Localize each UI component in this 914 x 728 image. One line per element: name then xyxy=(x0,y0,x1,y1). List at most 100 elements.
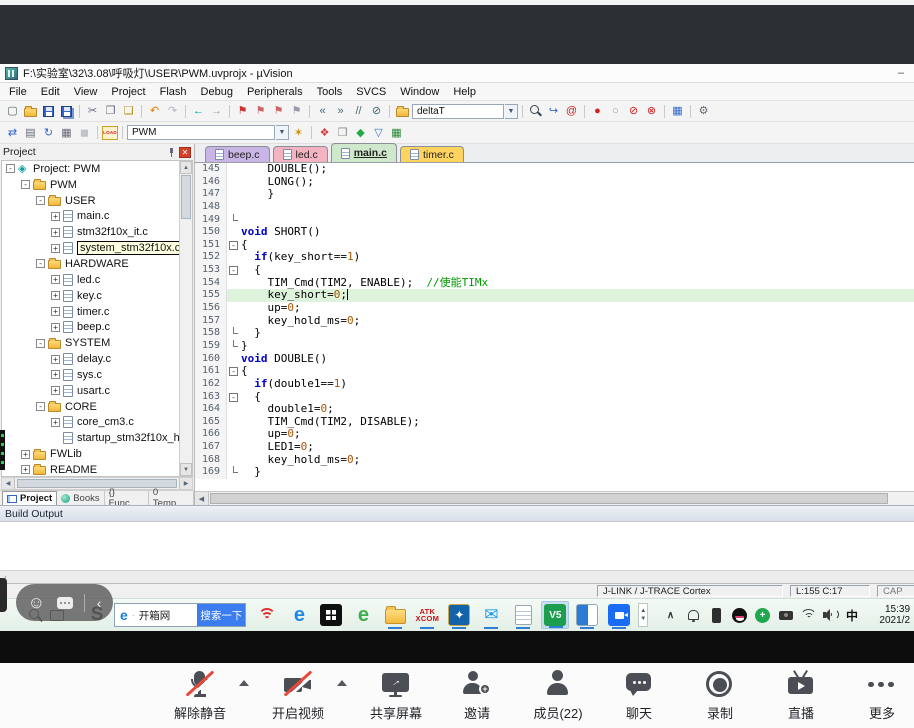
menu-arrow-icon[interactable] xyxy=(337,680,347,686)
mail-taskbar-icon[interactable]: ✉ xyxy=(477,601,505,629)
tree-item[interactable]: +core_cm3.c xyxy=(2,415,192,431)
build-output-scrollbar[interactable] xyxy=(0,570,914,583)
breakpoint-empty-icon[interactable]: ○ xyxy=(607,103,624,119)
tree-item[interactable]: -CORE xyxy=(2,399,192,415)
target-combo-arrow-icon[interactable] xyxy=(276,125,289,140)
fold-margin[interactable]: - xyxy=(227,391,241,404)
tree-item[interactable]: -PWM xyxy=(2,177,192,193)
phone-tray-icon[interactable] xyxy=(708,605,725,625)
tree-vertical-scrollbar[interactable] xyxy=(179,161,192,476)
explorer-taskbar-icon[interactable] xyxy=(381,601,409,629)
editor-tab-timer-c[interactable]: timer.c xyxy=(400,146,464,162)
undo-icon[interactable]: ↶ xyxy=(146,103,163,119)
expand-icon[interactable]: + xyxy=(51,275,60,284)
collapse-icon[interactable]: - xyxy=(36,196,45,205)
build-target-icon[interactable]: ▤ xyxy=(22,125,39,141)
paste-icon[interactable]: ❑ xyxy=(120,103,137,119)
red-app-taskbar-icon[interactable] xyxy=(253,601,281,629)
spinner-up-icon[interactable]: ▲ xyxy=(640,607,646,615)
editor-tab-led-c[interactable]: led.c xyxy=(273,146,328,162)
find-scope-folder-icon[interactable] xyxy=(394,103,411,119)
copy-icon[interactable]: ❐ xyxy=(102,103,119,119)
menu-edit[interactable]: Edit xyxy=(34,85,67,99)
fold-margin[interactable] xyxy=(227,277,241,290)
meeting-button-live[interactable]: 直播 xyxy=(769,670,833,722)
editor-horizontal-scrollbar[interactable] xyxy=(195,491,914,505)
expand-icon[interactable]: + xyxy=(51,386,60,395)
panel-tab-books[interactable]: Books xyxy=(57,491,104,505)
tree-item[interactable]: +sys.c xyxy=(2,367,192,383)
fold-margin[interactable] xyxy=(227,353,241,366)
fold-margin[interactable] xyxy=(227,289,241,302)
menu-view[interactable]: View xyxy=(67,85,105,99)
tree-item[interactable]: +main.c xyxy=(2,209,192,225)
volume-tray-icon[interactable] xyxy=(823,605,840,625)
tree-item[interactable]: -Project: PWM xyxy=(2,161,192,177)
scroll-left-icon[interactable] xyxy=(195,492,209,505)
fold-margin[interactable] xyxy=(227,327,241,340)
stop-build-icon[interactable]: ◼ xyxy=(76,125,93,141)
meeting-button-share-screen[interactable]: 共享屏幕 xyxy=(364,670,428,722)
tree-item[interactable]: +system_stm32f10x.cx.c xyxy=(2,240,192,256)
comment-selection-icon[interactable]: // xyxy=(350,103,367,119)
tree-item[interactable]: +delay.c xyxy=(2,351,192,367)
menu-arrow-icon[interactable] xyxy=(239,680,249,686)
fold-margin[interactable] xyxy=(227,176,241,189)
meeting-button-more[interactable]: 更多 xyxy=(850,670,914,722)
fold-margin[interactable] xyxy=(227,201,241,214)
meeting-button-chat[interactable]: 聊天 xyxy=(607,670,671,722)
load-flash-icon[interactable]: LOAD xyxy=(102,126,118,140)
tree-item[interactable]: -HARDWARE xyxy=(2,256,192,272)
wifi-tray-icon[interactable] xyxy=(800,605,817,625)
expand-icon[interactable]: + xyxy=(21,465,30,474)
fold-margin[interactable]: - xyxy=(227,264,241,277)
notepad-taskbar-icon[interactable] xyxy=(509,601,537,629)
bookmark-toggle-icon[interactable]: ⚑ xyxy=(234,103,251,119)
breakpoint-disable-all-icon[interactable]: ⊘ xyxy=(625,103,642,119)
menu-svcs[interactable]: SVCS xyxy=(349,85,393,99)
collapse-icon[interactable]: - xyxy=(36,402,45,411)
edge-taskbar-icon[interactable]: e xyxy=(285,601,313,629)
menu-debug[interactable]: Debug xyxy=(194,85,240,99)
taskbar-clock[interactable]: 15:392021/2 xyxy=(864,604,910,626)
breakpoint-kill-all-icon[interactable]: ⊗ xyxy=(643,103,660,119)
close-panel-button[interactable] xyxy=(179,147,191,158)
panel-tab-temp[interactable]: 0 Temp... xyxy=(149,491,194,505)
collapse-icon[interactable]: - xyxy=(36,259,45,268)
breakpoint-toggle-icon[interactable]: ● xyxy=(589,103,606,119)
expand-icon[interactable]: + xyxy=(51,228,60,237)
smiley-icon[interactable]: ☺ xyxy=(28,594,45,611)
green-service-tray-icon[interactable]: + xyxy=(754,605,771,625)
pack-installer-icon[interactable]: ▦ xyxy=(388,125,405,141)
rebuild-all-icon[interactable]: ↻ xyxy=(40,125,57,141)
uncomment-selection-icon[interactable]: ⊘ xyxy=(368,103,385,119)
search-combo[interactable]: deltaT xyxy=(412,104,504,119)
expand-icon[interactable]: + xyxy=(51,355,60,364)
editor-tab-beep-c[interactable]: beep.c xyxy=(205,146,270,162)
open-file-icon[interactable] xyxy=(22,103,39,119)
translate-file-icon[interactable]: ⇄ xyxy=(4,125,21,141)
meeting-floating-bar[interactable]: ☺‹ xyxy=(16,584,113,621)
tree-item[interactable]: +led.c xyxy=(2,272,192,288)
qq-tray-icon[interactable] xyxy=(731,605,748,625)
atk-xcom-taskbar-icon[interactable]: ATKXCOM xyxy=(413,601,441,629)
fold-collapse-icon[interactable]: - xyxy=(229,393,238,402)
window-app-taskbar-icon[interactable] xyxy=(573,601,601,629)
meeting-button-invite[interactable]: +邀请 xyxy=(445,670,509,722)
meeting-app-taskbar-icon[interactable] xyxy=(605,601,633,629)
tree-item[interactable]: +stm32f10x_it.c xyxy=(2,224,192,240)
fold-margin[interactable] xyxy=(227,454,241,467)
ie-green-taskbar-icon[interactable]: e xyxy=(349,601,377,629)
tree-item[interactable]: -SYSTEM xyxy=(2,335,192,351)
fold-margin[interactable]: - xyxy=(227,239,241,252)
bookmark-next-icon[interactable]: ⚑ xyxy=(270,103,287,119)
taskbar-scroll-spinner[interactable]: ▲▼ xyxy=(638,603,648,627)
manage-pages-icon[interactable]: ❒ xyxy=(334,125,351,141)
tree-item[interactable]: -USER xyxy=(2,193,192,209)
ime-indicator[interactable]: 中 xyxy=(846,607,858,624)
build-output-header[interactable]: Build Output xyxy=(0,505,914,521)
fold-margin[interactable] xyxy=(227,302,241,315)
bookmark-prev-icon[interactable]: ⚑ xyxy=(252,103,269,119)
fold-collapse-icon[interactable]: - xyxy=(229,367,238,376)
incremental-find-icon[interactable]: ↪ xyxy=(545,103,562,119)
